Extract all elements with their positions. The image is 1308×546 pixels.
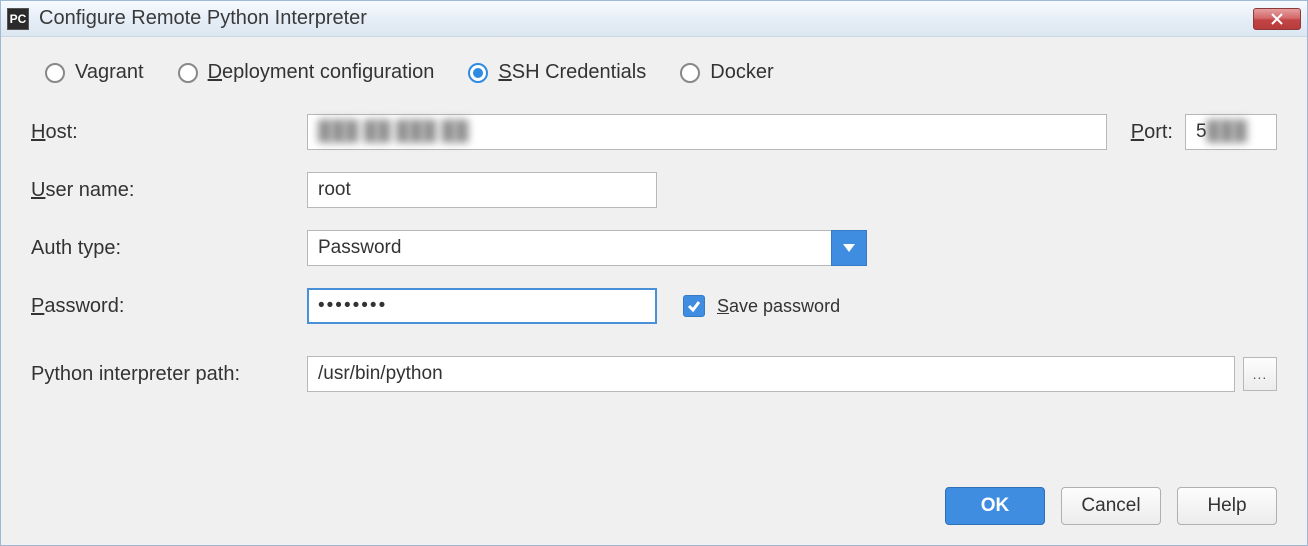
host-value-redacted: ███ ██ ███ ██	[318, 121, 468, 143]
port-label: Port:	[1131, 121, 1173, 144]
auth-type-select[interactable]: Password	[307, 230, 867, 266]
titlebar: PC Configure Remote Python Interpreter	[1, 1, 1307, 37]
dialog-window: PC Configure Remote Python Interpreter V…	[0, 0, 1308, 546]
radio-docker[interactable]: Docker	[680, 61, 773, 84]
radio-label: Deployment configuration	[208, 61, 435, 84]
ok-button[interactable]: OK	[945, 487, 1045, 525]
host-label: Host:	[31, 121, 307, 144]
radio-vagrant[interactable]: Vagrant	[45, 61, 144, 84]
radio-ssh[interactable]: SSH Credentials	[468, 61, 646, 84]
window-title: Configure Remote Python Interpreter	[39, 7, 1253, 30]
host-input[interactable]: ███ ██ ███ ██	[307, 114, 1107, 150]
interpreter-label: Python interpreter path:	[31, 363, 307, 386]
port-input[interactable]: 5███	[1185, 114, 1277, 150]
close-icon	[1271, 13, 1283, 25]
radio-icon	[45, 63, 65, 83]
auth-type-row: Auth type: Password	[31, 230, 1277, 266]
dialog-body: Vagrant Deployment configuration SSH Cre…	[1, 37, 1307, 545]
check-icon	[687, 299, 701, 313]
connection-type-radios: Vagrant Deployment configuration SSH Cre…	[31, 61, 1277, 84]
dialog-footer: OK Cancel Help	[31, 467, 1277, 525]
radio-label: Vagrant	[75, 61, 144, 84]
interpreter-path-input[interactable]	[307, 356, 1235, 392]
dropdown-button[interactable]	[831, 230, 867, 266]
cancel-button[interactable]: Cancel	[1061, 487, 1161, 525]
chevron-down-icon	[843, 244, 855, 252]
radio-label: SSH Credentials	[498, 61, 646, 84]
password-label: Password:	[31, 295, 307, 318]
password-row: Password: •••••••• Save password	[31, 288, 1277, 324]
username-label: User name:	[31, 179, 307, 202]
radio-deployment[interactable]: Deployment configuration	[178, 61, 435, 84]
save-password-label: Save password	[717, 296, 840, 317]
radio-icon	[680, 63, 700, 83]
host-row: Host: ███ ██ ███ ██ Port: 5███	[31, 114, 1277, 150]
browse-button[interactable]: ...	[1243, 357, 1277, 391]
help-button[interactable]: Help	[1177, 487, 1277, 525]
interpreter-row: Python interpreter path: ...	[31, 356, 1277, 392]
username-input[interactable]	[307, 172, 657, 208]
auth-type-value: Password	[307, 230, 831, 266]
auth-type-label: Auth type:	[31, 237, 307, 260]
save-password-checkbox[interactable]	[683, 295, 705, 317]
username-row: User name:	[31, 172, 1277, 208]
radio-icon	[468, 63, 488, 83]
close-button[interactable]	[1253, 8, 1301, 30]
password-input[interactable]: ••••••••	[307, 288, 657, 324]
radio-icon	[178, 63, 198, 83]
radio-label: Docker	[710, 61, 773, 84]
form: Host: ███ ██ ███ ██ Port: 5███ User name…	[31, 114, 1277, 392]
app-icon: PC	[7, 8, 29, 30]
